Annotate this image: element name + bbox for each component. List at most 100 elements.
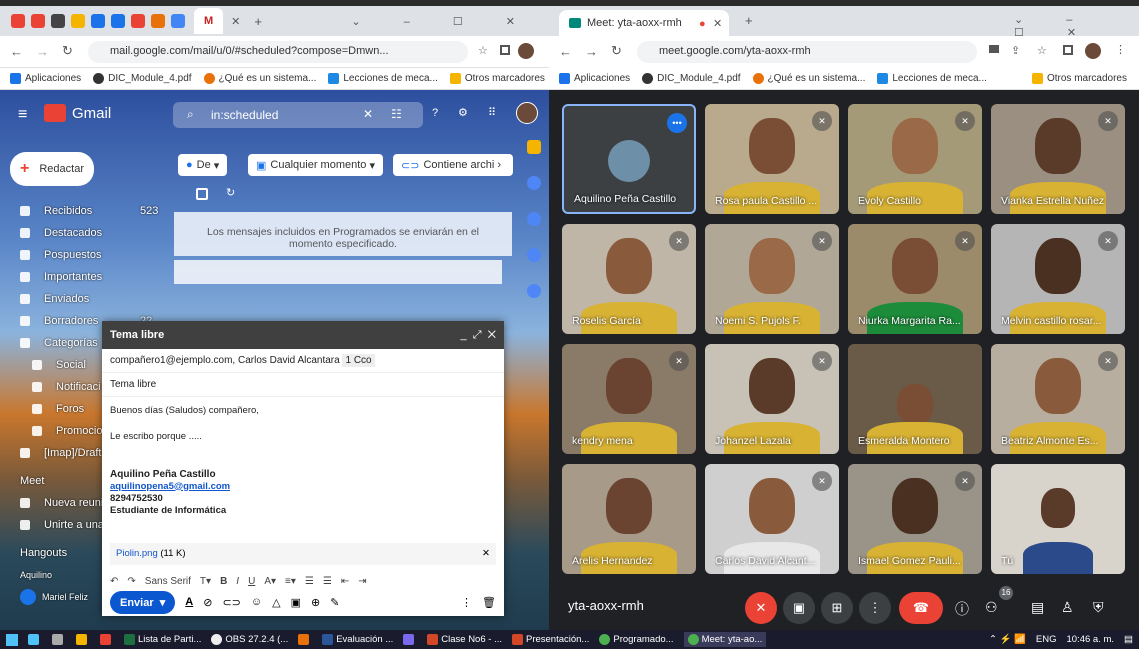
tab-icon[interactable]	[111, 14, 125, 28]
participant-tile[interactable]: ✕ Beatriz Almonte Es...	[991, 344, 1125, 454]
windows-start-icon[interactable]	[6, 633, 18, 646]
taskbar-icon[interactable]	[76, 634, 90, 645]
select-all-checkbox[interactable]	[196, 188, 208, 200]
chat-icon[interactable]	[527, 284, 541, 298]
remove-attachment-icon[interactable]: ✕	[482, 548, 490, 559]
participant-tile[interactable]: ✕ Johanzel Lazala	[705, 344, 839, 454]
star-icon[interactable]: ☆	[1037, 44, 1047, 57]
numbered-list-icon[interactable]: ☰	[305, 576, 314, 587]
taskbar-chrome[interactable]: Programado...	[599, 634, 674, 645]
signature-icon[interactable]: ✎	[330, 596, 339, 609]
search-icon[interactable]: ⌕	[187, 107, 194, 122]
close-icon[interactable]: ✕	[713, 17, 722, 30]
undo-icon[interactable]: ↶	[110, 576, 118, 587]
profile-avatar[interactable]	[1085, 43, 1101, 59]
forward-icon[interactable]: →	[36, 44, 49, 59]
tab-icon[interactable]	[171, 14, 185, 28]
youtube-icon[interactable]	[11, 14, 25, 28]
filter-from[interactable]: ● De ▾	[178, 154, 228, 176]
participant-tile[interactable]: ✕ Vianka Estrella Nuñez	[991, 104, 1125, 214]
drive-icon[interactable]: △	[272, 596, 280, 609]
font-select[interactable]: Sans Serif	[145, 576, 191, 587]
tab-icon[interactable]	[91, 14, 105, 28]
window-controls[interactable]: ⌄ – ☐ ✕	[351, 15, 535, 28]
compose-body[interactable]: Buenos días (Saludos) compañero, Le escr…	[102, 397, 504, 518]
attach-icon[interactable]: ⊘	[203, 596, 212, 609]
text-color-icon[interactable]: A▾	[264, 576, 276, 587]
activities-icon[interactable]: ♙	[1061, 599, 1074, 616]
apps-icon[interactable]: ⠿	[488, 106, 496, 119]
chat-icon[interactable]: ▤	[1031, 599, 1044, 616]
gmail-logo[interactable]: Gmail	[72, 105, 111, 122]
leave-call-button[interactable]: ☎	[899, 592, 943, 624]
bookmark-other[interactable]: Otros marcadores	[1031, 73, 1127, 84]
bookmark[interactable]: ¿Qué es un sistema...	[752, 73, 865, 84]
forward-icon[interactable]: →	[585, 44, 598, 59]
discard-icon[interactable]: 🗑	[482, 596, 496, 609]
participant-tile[interactable]: ✕ Niurka Margarita Ra...	[848, 224, 982, 334]
close-icon[interactable]: ✕	[231, 15, 240, 28]
taskbar-icon[interactable]	[28, 634, 42, 645]
contacts-icon[interactable]	[527, 212, 541, 226]
photo-icon[interactable]: ▣	[291, 596, 301, 609]
participant-tile[interactable]: ✕ Rosa paula Castillo ...	[705, 104, 839, 214]
share-icon[interactable]: ⇪	[1011, 44, 1020, 57]
present-button[interactable]: ⊞	[821, 592, 853, 624]
camera-button[interactable]: ▣	[783, 592, 815, 624]
profile-avatar[interactable]	[518, 43, 534, 59]
url-field[interactable]: meet.google.com/yta-aoxx-rmh	[637, 41, 977, 63]
refresh-icon[interactable]: ↻	[226, 186, 235, 199]
participant-tile[interactable]: ✕ Evoly Castillo	[848, 104, 982, 214]
taskbar-word[interactable]: Evaluación ...	[322, 634, 393, 645]
emoji-icon[interactable]: ☺	[251, 596, 262, 608]
menu-dots-icon[interactable]: ⋮	[1115, 43, 1126, 56]
search-input[interactable]: ⌕ in:scheduled ✕ ☷	[173, 102, 423, 128]
attachment-chip[interactable]: Piolin.png (11 K) ✕	[110, 543, 496, 565]
participant-tile[interactable]: ✕ Roselis García	[562, 224, 696, 334]
language-indicator[interactable]: ENG	[1036, 634, 1057, 645]
reload-icon[interactable]: ↻	[62, 43, 73, 59]
taskbar-powerpoint[interactable]: Clase No6 - ...	[427, 634, 502, 645]
participant-tile[interactable]: Esmeralda Montero	[848, 344, 982, 454]
host-controls-icon[interactable]: ⛨	[1093, 599, 1104, 616]
tab-icon[interactable]	[151, 14, 165, 28]
taskbar-icon[interactable]	[52, 634, 66, 645]
bookmark[interactable]: DIC_Module_4.pdf	[642, 73, 741, 84]
sidebar-item-inbox[interactable]: Recibidos 523	[0, 200, 174, 222]
align-icon[interactable]: ≡▾	[285, 576, 296, 587]
back-icon[interactable]: ←	[559, 44, 572, 59]
taskbar-chrome-meet[interactable]: Meet: yta-ao...	[683, 632, 767, 647]
bookmark[interactable]: Lecciones de meca...	[328, 73, 438, 84]
tab-icon[interactable]	[71, 14, 85, 28]
italic-icon[interactable]: I	[236, 576, 239, 587]
clear-search-icon[interactable]: ✕	[363, 107, 373, 121]
bookmark-apps[interactable]: Aplicaciones	[10, 73, 81, 84]
settings-icon[interactable]: ⚙	[458, 106, 468, 119]
tab-icon[interactable]	[131, 14, 145, 28]
clock[interactable]: 10:46 a. m.	[1066, 634, 1114, 645]
taskbar-obs[interactable]: OBS 27.2.4 (...	[211, 634, 288, 645]
participant-tile[interactable]: ••• Aquilino Peña Castillo	[562, 104, 696, 214]
tab-meet[interactable]: Meet: yta-aoxx-rmh ● ✕	[559, 10, 729, 36]
participant-tile[interactable]: ✕ Noemi S. Pujols F.	[705, 224, 839, 334]
account-avatar[interactable]	[516, 102, 538, 124]
filter-date[interactable]: ▣ Cualquier momento ▾	[248, 154, 383, 176]
taskbar-icon[interactable]	[100, 634, 114, 645]
bookmark[interactable]: Lecciones de meca...	[877, 73, 987, 84]
taskbar-powerpoint[interactable]: Presentación...	[511, 634, 589, 645]
bookmark[interactable]: ¿Qué es un sistema...	[203, 73, 316, 84]
tab-icon[interactable]	[51, 14, 65, 28]
signature-email[interactable]: aquilinopena5@gmail.com	[110, 481, 496, 493]
people-icon[interactable]: ⚇	[985, 599, 998, 616]
bullet-list-icon[interactable]: ☰	[323, 576, 332, 587]
tray-icons[interactable]: ⌃ ⚡ 📶	[989, 634, 1026, 645]
keep-icon[interactable]	[527, 140, 541, 154]
bold-icon[interactable]: B	[220, 576, 227, 587]
participant-tile[interactable]: ✕ kendry mena	[562, 344, 696, 454]
tab-search-icon[interactable]	[500, 45, 510, 55]
indent-more-icon[interactable]: ⇥	[358, 576, 366, 587]
bookmark-apps[interactable]: Aplicaciones	[559, 73, 630, 84]
tab-search-icon[interactable]	[1063, 45, 1073, 55]
info-icon[interactable]: ⓘ	[955, 599, 969, 619]
send-button[interactable]: Enviar ▾	[110, 590, 176, 614]
